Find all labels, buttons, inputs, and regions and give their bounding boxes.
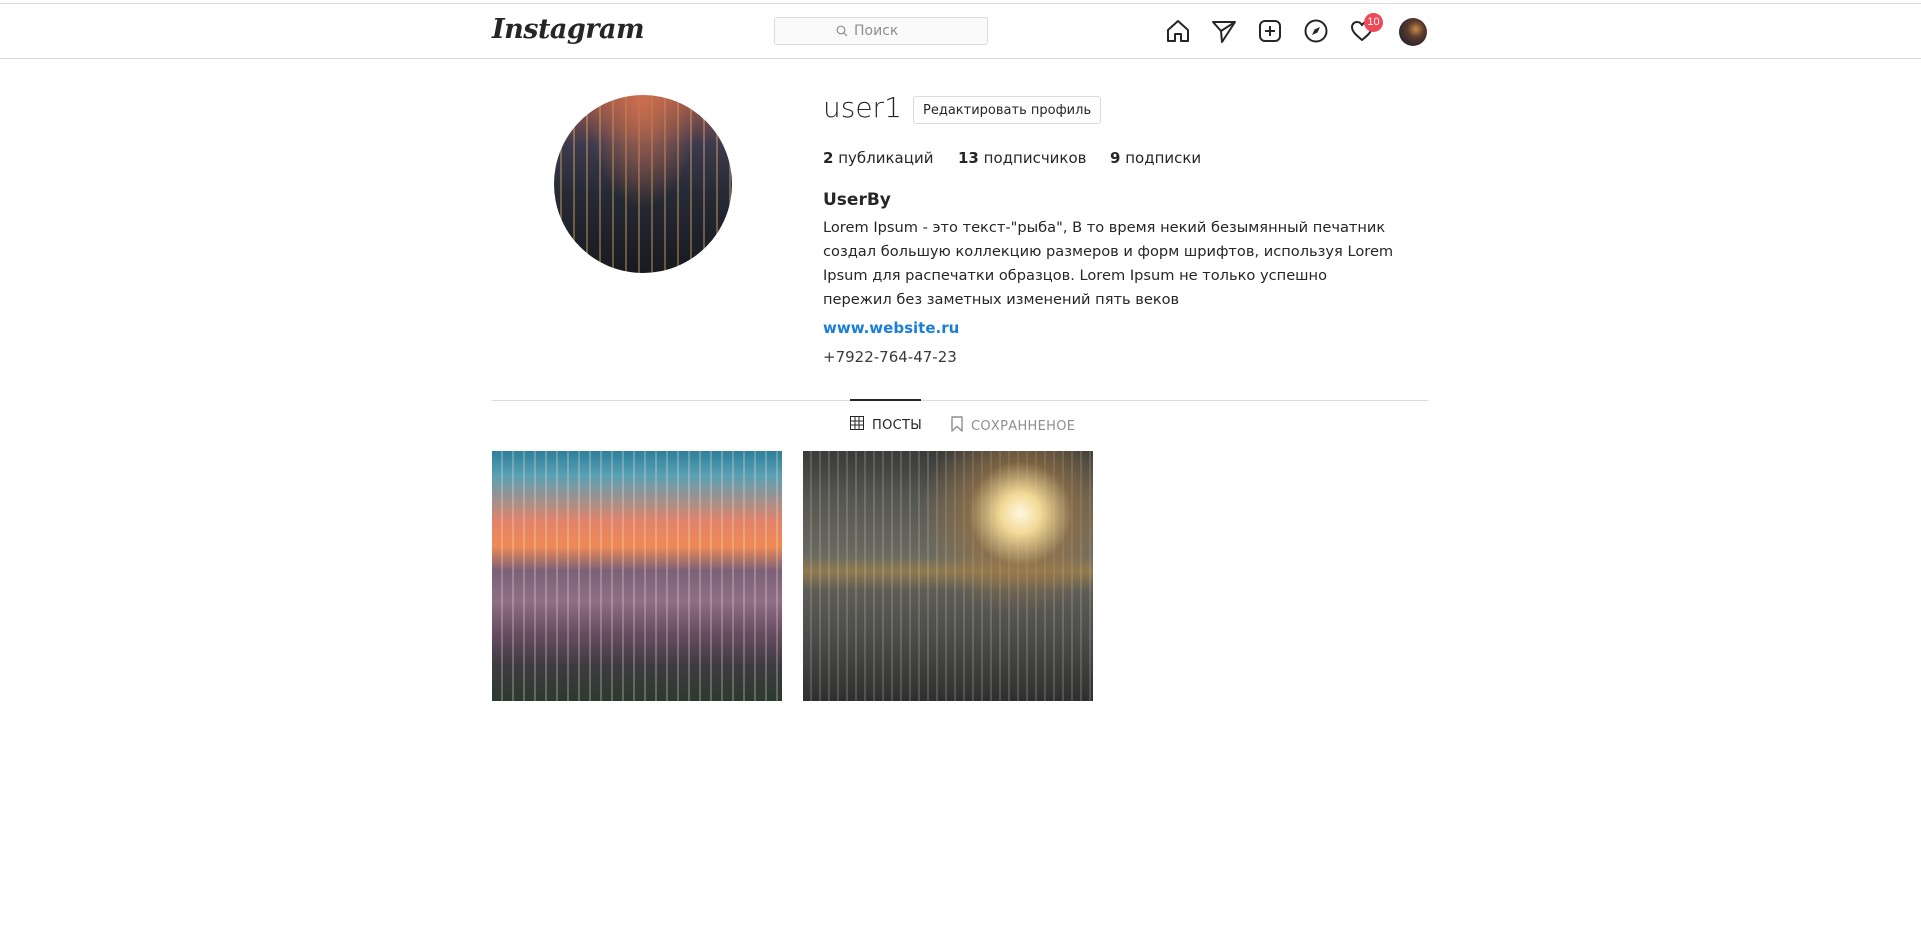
stat-label: подписчиков <box>983 149 1087 167</box>
post-thumbnail[interactable] <box>492 451 782 701</box>
stat-count: 13 <box>958 149 979 167</box>
grid-icon <box>850 416 864 434</box>
nav-avatar[interactable] <box>1399 18 1427 46</box>
search-input[interactable] <box>852 22 926 40</box>
tab-posts[interactable]: ПОСТЫ <box>850 416 922 434</box>
stat-followers[interactable]: 13 подписчиков <box>958 149 1087 167</box>
notification-badge: 10 <box>1364 13 1383 32</box>
bookmark-icon <box>951 416 963 436</box>
stat-count: 2 <box>823 149 834 167</box>
active-tab-indicator <box>850 399 921 401</box>
profile-bio: Lorem Ipsum - это текст-"рыба", В то вре… <box>823 219 1394 308</box>
add-post-icon[interactable] <box>1257 18 1283 44</box>
profile-phone: +7922-764-47-23 <box>823 348 957 366</box>
profile-avatar[interactable] <box>554 95 732 273</box>
profile-website-link[interactable]: www.website.ru <box>823 319 959 337</box>
edit-profile-button[interactable]: Редактировать профиль <box>913 96 1102 124</box>
tab-saved[interactable]: СОХРАННЕНОЕ <box>951 416 1075 436</box>
instagram-logo[interactable]: Instagram <box>492 14 645 45</box>
search-icon <box>836 25 848 37</box>
stat-count: 9 <box>1110 149 1121 167</box>
tab-label: ПОСТЫ <box>872 417 922 433</box>
send-icon[interactable] <box>1211 18 1237 44</box>
tab-label: СОХРАННЕНОЕ <box>971 418 1076 434</box>
home-icon[interactable] <box>1165 18 1191 44</box>
stat-following[interactable]: 9 подписки <box>1110 149 1201 167</box>
top-navbar: Instagram 10 <box>0 4 1921 59</box>
explore-icon[interactable] <box>1303 18 1329 44</box>
stat-posts: 2 публикаций <box>823 149 933 167</box>
profile-username: user1 <box>823 91 902 124</box>
post-thumbnail[interactable] <box>803 451 1093 701</box>
tabs-divider <box>492 400 1428 401</box>
stat-label: подписки <box>1125 149 1202 167</box>
stat-label: публикаций <box>838 149 934 167</box>
search-box[interactable] <box>774 17 988 45</box>
profile-display-name: UserBy <box>823 190 891 210</box>
